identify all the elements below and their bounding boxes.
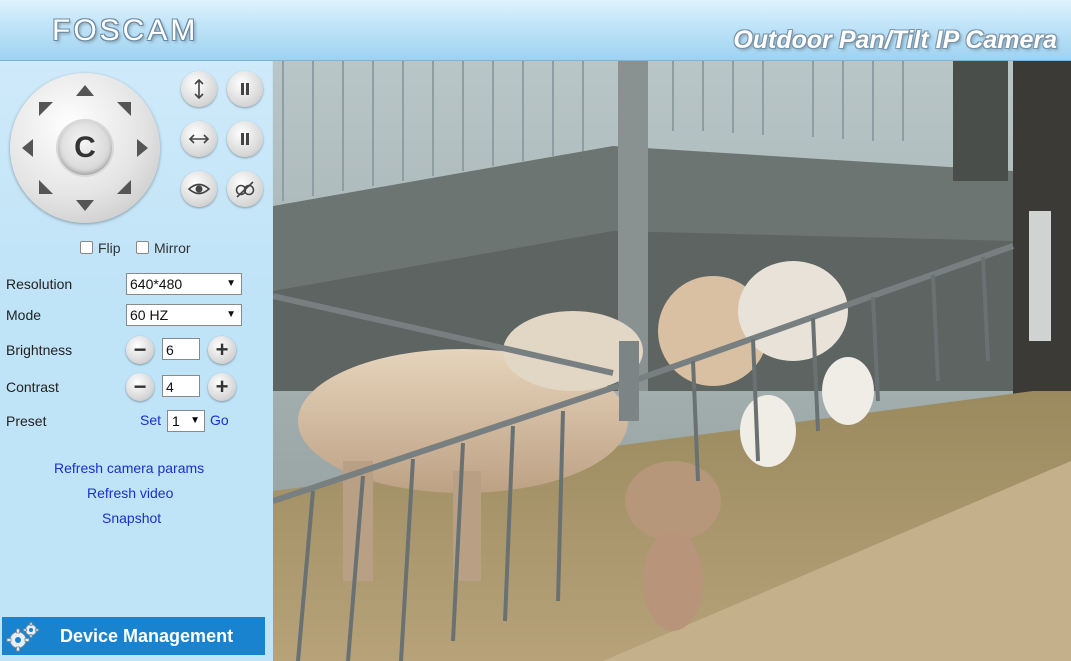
pan-right-arrow-icon[interactable]: [132, 138, 152, 158]
ir-on-button[interactable]: [181, 171, 217, 207]
mode-value: 60 HZ: [130, 307, 169, 323]
mirror-checkbox[interactable]: Mirror: [136, 240, 191, 256]
barn-video-image: [273, 61, 1071, 661]
brightness-increase-button[interactable]: +: [208, 336, 236, 364]
ptz-center-button[interactable]: C: [58, 121, 112, 175]
preset-set-link[interactable]: Set: [140, 412, 161, 428]
stop-vertical-patrol-button[interactable]: [227, 71, 263, 107]
pan-up-right-arrow-icon[interactable]: [114, 99, 134, 119]
dropdown-caret-icon: ▼: [190, 415, 200, 426]
dropdown-caret-icon: ▼: [226, 309, 236, 320]
preset-value: 1: [172, 413, 180, 429]
mirror-checkbox-box[interactable]: [136, 241, 149, 254]
gears-icon: [6, 622, 39, 652]
pan-down-arrow-icon[interactable]: [75, 195, 95, 215]
flip-label: Flip: [98, 240, 121, 256]
control-sidebar: C Flip Mirror Resolution 640*480 ▼ Mode 6…: [0, 61, 272, 661]
preset-label: Preset: [6, 413, 47, 429]
pan-down-right-arrow-icon[interactable]: [114, 177, 134, 197]
eye-icon: [187, 183, 211, 195]
resolution-label: Resolution: [6, 276, 73, 292]
pan-down-left-arrow-icon[interactable]: [36, 177, 56, 197]
flip-checkbox-box[interactable]: [80, 241, 93, 254]
foscam-logo: FOSCAM: [52, 14, 199, 47]
contrast-increase-button[interactable]: +: [208, 373, 236, 401]
horizontal-arrows-icon: [188, 134, 210, 144]
contrast-input[interactable]: 4: [162, 375, 200, 397]
flip-checkbox[interactable]: Flip: [80, 240, 121, 256]
pause-icon: [241, 83, 249, 95]
product-title: Outdoor Pan/Tilt IP Camera: [733, 26, 1057, 54]
device-management-label: Device Management: [60, 626, 234, 646]
refresh-video-link[interactable]: Refresh video: [87, 485, 173, 501]
ir-off-button[interactable]: [227, 171, 263, 207]
brightness-decrease-button[interactable]: −: [126, 336, 154, 364]
pan-up-left-arrow-icon[interactable]: [36, 99, 56, 119]
pause-icon: [241, 133, 249, 145]
dropdown-caret-icon: ▼: [226, 278, 236, 289]
vertical-arrows-icon: [194, 78, 204, 100]
eye-off-icon: [235, 181, 255, 198]
ptz-direction-pad: C: [10, 73, 160, 223]
brightness-input[interactable]: 6: [162, 338, 200, 360]
mode-select[interactable]: 60 HZ ▼: [126, 304, 242, 326]
contrast-label: Contrast: [6, 379, 59, 395]
mode-label: Mode: [6, 307, 42, 323]
resolution-value: 640*480: [130, 276, 183, 292]
mirror-label: Mirror: [154, 240, 191, 256]
stop-horizontal-patrol-button[interactable]: [227, 121, 263, 157]
contrast-decrease-button[interactable]: −: [126, 373, 154, 401]
refresh-camera-params-link[interactable]: Refresh camera params: [54, 460, 204, 476]
live-video-feed[interactable]: [273, 61, 1071, 661]
pan-left-arrow-icon[interactable]: [18, 138, 38, 158]
header-bar: FOSCAM Outdoor Pan/Tilt IP Camera: [0, 0, 1071, 61]
horizontal-patrol-button[interactable]: [181, 121, 217, 157]
snapshot-link[interactable]: Snapshot: [102, 510, 161, 526]
preset-go-link[interactable]: Go: [210, 412, 229, 428]
pan-up-arrow-icon[interactable]: [75, 81, 95, 101]
brightness-label: Brightness: [6, 342, 73, 358]
device-management-button[interactable]: Device Management: [2, 617, 265, 655]
resolution-select[interactable]: 640*480 ▼: [126, 273, 242, 295]
preset-select[interactable]: 1 ▼: [167, 410, 205, 432]
vertical-patrol-button[interactable]: [181, 71, 217, 107]
